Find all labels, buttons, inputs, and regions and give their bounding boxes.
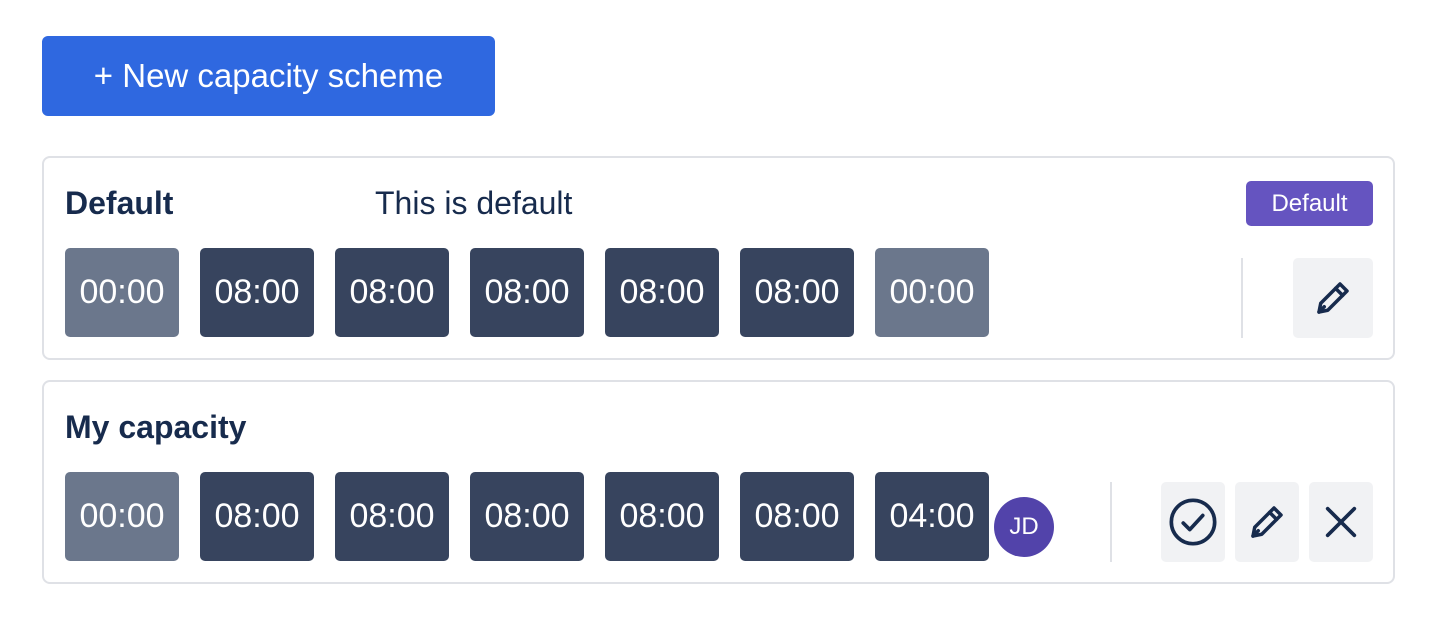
day-capacity-5[interactable]: 08:00 bbox=[605, 472, 719, 561]
day-capacity-4[interactable]: 08:00 bbox=[470, 248, 584, 337]
day-capacity-7[interactable]: 00:00 bbox=[875, 248, 989, 337]
day-capacity-1[interactable]: 00:00 bbox=[65, 248, 179, 337]
pencil-icon bbox=[1251, 506, 1283, 538]
scheme-title: Default bbox=[65, 185, 174, 221]
pencil-icon bbox=[1317, 282, 1349, 314]
day-capacity-row: 00:00 08:00 08:00 08:00 08:00 08:00 00:0… bbox=[65, 248, 989, 337]
day-capacity-4[interactable]: 08:00 bbox=[470, 472, 584, 561]
day-capacity-row: 00:00 08:00 08:00 08:00 08:00 08:00 04:0… bbox=[65, 472, 989, 561]
scheme-card-my-capacity: My capacity 00:00 08:00 08:00 08:00 08:0… bbox=[42, 380, 1395, 584]
day-capacity-2[interactable]: 08:00 bbox=[200, 472, 314, 561]
edit-scheme-button[interactable] bbox=[1293, 258, 1373, 338]
default-badge: Default bbox=[1246, 181, 1373, 226]
day-capacity-2[interactable]: 08:00 bbox=[200, 248, 314, 337]
check-circle-icon bbox=[1169, 498, 1217, 546]
day-capacity-3[interactable]: 08:00 bbox=[335, 472, 449, 561]
scheme-title: My capacity bbox=[65, 409, 247, 445]
new-capacity-scheme-button[interactable]: + New capacity scheme bbox=[42, 36, 495, 116]
user-avatar[interactable]: JD bbox=[994, 497, 1054, 557]
scheme-card-default: Default This is default Default 00:00 08… bbox=[42, 156, 1395, 360]
scheme-description: This is default bbox=[375, 185, 573, 221]
divider bbox=[1110, 482, 1112, 562]
day-capacity-1[interactable]: 00:00 bbox=[65, 472, 179, 561]
delete-scheme-button[interactable] bbox=[1309, 482, 1373, 562]
day-capacity-5[interactable]: 08:00 bbox=[605, 248, 719, 337]
close-icon bbox=[1325, 506, 1357, 538]
day-capacity-6[interactable]: 08:00 bbox=[740, 248, 854, 337]
day-capacity-6[interactable]: 08:00 bbox=[740, 472, 854, 561]
edit-scheme-button[interactable] bbox=[1235, 482, 1299, 562]
set-default-button[interactable] bbox=[1161, 482, 1225, 562]
day-capacity-3[interactable]: 08:00 bbox=[335, 248, 449, 337]
day-capacity-7[interactable]: 04:00 bbox=[875, 472, 989, 561]
divider bbox=[1241, 258, 1243, 338]
